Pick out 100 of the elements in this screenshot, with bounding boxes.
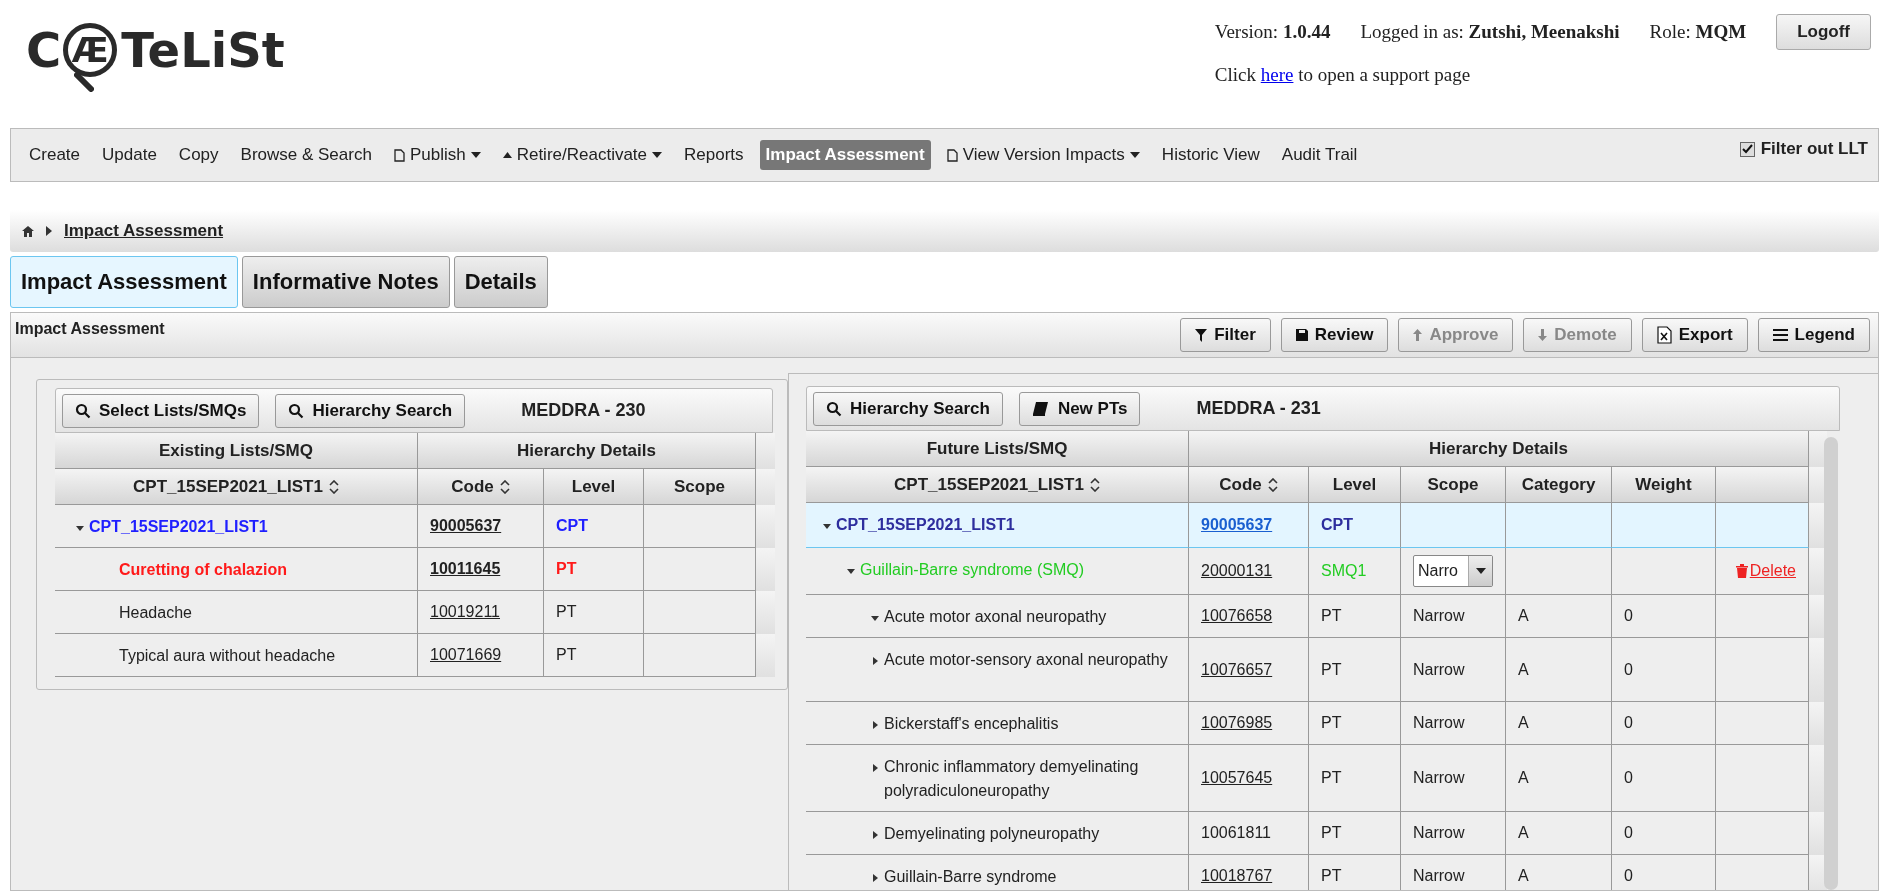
trash-icon <box>1735 564 1748 578</box>
toolbar-button[interactable]: Hierarchy Search <box>813 391 1003 426</box>
level-text: PT <box>1321 824 1342 842</box>
code-link[interactable]: 10018767 <box>1201 867 1273 885</box>
category-text: A <box>1518 769 1529 787</box>
code-link[interactable]: 10076658 <box>1201 607 1273 625</box>
tab[interactable]: Informative Notes <box>241 256 450 308</box>
tree-row-label: Guillain-Barre syndrome <box>884 867 1058 887</box>
code-link[interactable]: 10019211 <box>430 603 500 621</box>
toolbar-button[interactable]: Export <box>1641 318 1748 352</box>
toolbar-button[interactable]: New PTs <box>1018 391 1141 426</box>
level-text: PT <box>1321 607 1342 625</box>
caret-right-icon[interactable] <box>870 656 880 666</box>
caret-right-icon[interactable] <box>870 830 880 840</box>
document-icon <box>393 148 405 162</box>
menu-item[interactable]: Impact Assessment <box>759 140 931 170</box>
tree-row-cell[interactable]: Typical aura without headache <box>55 634 418 677</box>
code-link[interactable]: 90005637 <box>1201 516 1273 534</box>
caret-right-icon[interactable] <box>870 720 880 730</box>
sort-icon[interactable] <box>1267 477 1278 492</box>
sort-icon[interactable] <box>499 479 510 494</box>
caret-down-icon[interactable] <box>846 566 856 576</box>
caret-down-icon[interactable] <box>75 523 85 533</box>
menu-item[interactable]: Publish <box>387 140 487 170</box>
code-link[interactable]: 10076657 <box>1201 660 1273 679</box>
menu-item[interactable]: Create <box>23 140 87 170</box>
code-link[interactable]: 10011645 <box>430 560 501 578</box>
tree-row-cell[interactable]: Acute motor axonal neuropathy <box>806 595 1189 638</box>
toolbar-button[interactable]: Filter <box>1180 318 1271 352</box>
sort-icon[interactable] <box>1089 477 1100 492</box>
column-header: Scope <box>644 469 756 505</box>
role-text: Role: MQM <box>1649 21 1747 43</box>
code-link[interactable]: 10057645 <box>1201 769 1273 787</box>
category-text: A <box>1518 607 1529 625</box>
level-text: CPT <box>1321 516 1353 534</box>
list-icon <box>1772 329 1788 341</box>
scope-text: Narrow <box>1413 769 1465 787</box>
tree-row-cell[interactable]: CPT_15SEP2021_LIST1 <box>55 505 418 548</box>
delete-link[interactable]: Delete <box>1735 562 1796 580</box>
menu-item[interactable]: Update <box>96 140 163 170</box>
menu-item[interactable]: Retire/Reactivate <box>496 140 669 170</box>
home-icon[interactable] <box>22 225 34 237</box>
menu-item[interactable]: View Version Impacts <box>940 140 1146 170</box>
tree-row-cell[interactable]: Chronic inflammatory demyelinating polyradiculoneuropathy <box>806 745 1189 812</box>
column-header[interactable]: Code <box>418 469 544 505</box>
menu-item[interactable]: Reports <box>678 140 750 170</box>
tree-row-label: Acute motor-sensory axonal neuropathy <box>884 650 1169 670</box>
menu-item[interactable]: Browse & Search <box>234 140 378 170</box>
group-header: Future Lists/SMQ <box>806 431 1189 467</box>
tree-row-cell[interactable]: Guillain-Barre syndrome <box>806 855 1189 890</box>
column-header: Weight <box>1612 467 1716 503</box>
toolbar-button[interactable]: Legend <box>1757 318 1870 352</box>
scope-select[interactable]: Narro <box>1413 555 1493 587</box>
weight-text: 0 <box>1624 714 1633 732</box>
tree-row-label: CPT_15SEP2021_LIST1 <box>836 515 1016 535</box>
column-header[interactable]: CPT_15SEP2021_LIST1 <box>55 469 418 505</box>
category-text: A <box>1518 660 1529 679</box>
caret-down-icon[interactable] <box>822 521 832 531</box>
document-icon <box>946 148 958 162</box>
tree-row-cell[interactable]: Acute motor-sensory axonal neuropathy <box>806 638 1189 702</box>
category-text: A <box>1518 824 1529 842</box>
breadcrumb-link[interactable]: Impact Assessment <box>64 221 224 241</box>
tree-row-cell[interactable]: Demyelinating polyneuropathy <box>806 812 1189 855</box>
scrollbar[interactable] <box>1824 437 1838 890</box>
checkbox[interactable] <box>1739 141 1755 157</box>
tree-row-cell[interactable]: Headache <box>55 591 418 634</box>
category-text: A <box>1518 714 1529 732</box>
caret-right-icon[interactable] <box>870 873 880 883</box>
caret-down-icon[interactable] <box>870 613 880 623</box>
tree-row-cell[interactable]: Bickerstaff's encephalitis <box>806 702 1189 745</box>
level-text: PT <box>1321 867 1342 885</box>
scroll-gutter <box>756 469 775 505</box>
filter-icon <box>1195 328 1208 342</box>
toolbar-button[interactable]: Hierarchy Search <box>275 393 466 428</box>
menu-item[interactable]: Audit Trail <box>1275 140 1364 170</box>
caret-down-icon <box>1475 568 1486 574</box>
menu-item[interactable]: Historic View <box>1155 140 1266 170</box>
column-header[interactable]: CPT_15SEP2021_LIST1 <box>806 467 1189 503</box>
scope-text: Narrow <box>1413 714 1465 732</box>
filter-checkbox[interactable]: Filter out LLT <box>1739 139 1868 159</box>
tab[interactable]: Impact Assessment <box>10 256 238 308</box>
caret-right-icon[interactable] <box>870 763 880 773</box>
tree-row-cell[interactable]: CPT_15SEP2021_LIST1 <box>806 503 1189 548</box>
logoff-button[interactable]: Logoff <box>1776 14 1871 50</box>
scroll-gutter <box>756 505 775 548</box>
category-text: A <box>1518 867 1529 885</box>
code-link[interactable]: 20000131 <box>1201 562 1273 580</box>
column-header[interactable]: Code <box>1189 467 1309 503</box>
code-link[interactable]: 10076985 <box>1201 714 1273 732</box>
tree-row-label: Acute motor axonal neuropathy <box>884 607 1108 627</box>
spreadsheet-icon <box>1656 326 1672 344</box>
toolbar-button[interactable]: Select Lists/SMQs <box>62 393 260 428</box>
menu-item[interactable]: Copy <box>172 140 225 170</box>
toolbar-button[interactable]: Review <box>1280 318 1389 352</box>
sort-icon[interactable] <box>328 479 339 494</box>
group-header: Hierarchy Details <box>418 433 756 469</box>
tab[interactable]: Details <box>453 256 548 308</box>
support-link[interactable]: here <box>1260 64 1294 85</box>
code-link[interactable]: 90005637 <box>430 517 502 535</box>
code-link[interactable]: 10071669 <box>430 646 502 664</box>
